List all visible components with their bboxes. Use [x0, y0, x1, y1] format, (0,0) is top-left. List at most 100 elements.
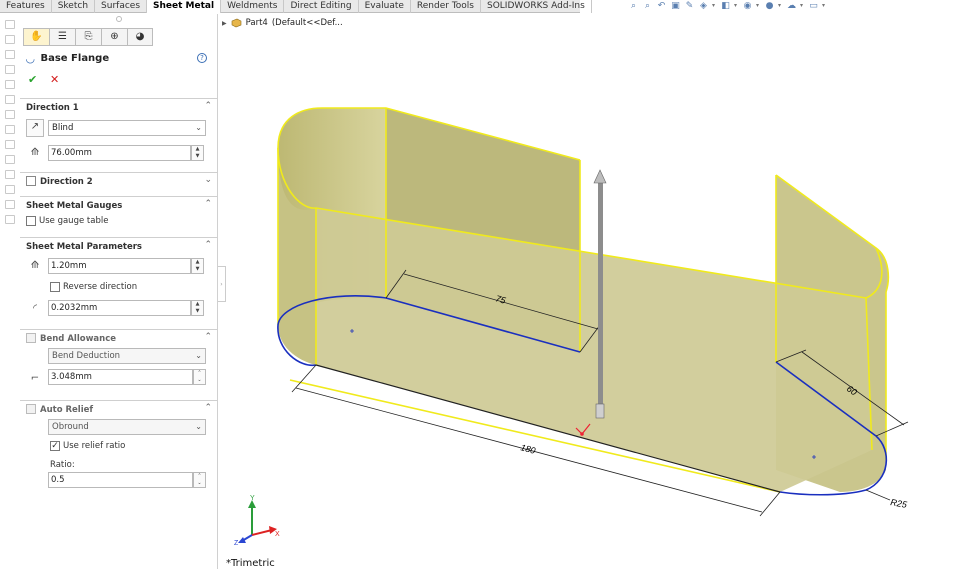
reverse-direction-checkbox[interactable]: Reverse direction — [50, 282, 137, 292]
expand-icon[interactable]: ▶ — [222, 20, 227, 27]
direction1-header[interactable]: Direction 1 ⌃ — [20, 98, 218, 114]
use-relief-ratio-checkbox[interactable]: ✓ Use relief ratio — [50, 441, 125, 451]
use-gauge-table-checkbox[interactable]: Use gauge table — [26, 216, 108, 226]
panel-collapse-handle[interactable]: › — [218, 266, 226, 302]
tab-surfaces[interactable]: Surfaces — [95, 0, 148, 13]
depth-input[interactable]: 76.00mm ▲ ▼ — [48, 145, 204, 161]
feature-tree-flyout[interactable]: ▶ Part4 (Default<<Def... — [222, 18, 343, 28]
relief-type-select[interactable]: Obround ⌄ — [48, 419, 206, 435]
auto-relief-checkbox[interactable] — [26, 404, 36, 414]
tool-icon[interactable] — [5, 125, 15, 134]
zoom-to-fit-icon[interactable]: ⌕ — [628, 1, 639, 11]
direction2-label: Direction 2 — [40, 177, 93, 187]
chevron-up-icon[interactable]: ⌃ — [204, 403, 212, 413]
tool-icon[interactable] — [5, 80, 15, 89]
checkbox-box[interactable] — [50, 282, 60, 292]
tab-features[interactable]: Features — [0, 0, 52, 13]
display-style-icon[interactable]: ◧ — [720, 1, 731, 11]
chevron-down-icon[interactable]: ▾ — [756, 1, 761, 11]
dim-60-label: 60 — [845, 383, 859, 397]
view-orientation-icon[interactable]: ◈ — [698, 1, 709, 11]
front-wall — [316, 208, 872, 492]
tool-icon[interactable] — [5, 95, 15, 104]
tool-icon[interactable] — [5, 170, 15, 179]
tool-icon[interactable] — [5, 110, 15, 119]
bend-allowance-header[interactable]: Bend Allowance ⌃ — [20, 329, 218, 345]
use-gauge-table-label: Use gauge table — [39, 216, 109, 226]
direction2-header[interactable]: Direction 2 ⌄ — [20, 172, 218, 188]
property-manager-icon[interactable]: ✋ — [23, 28, 49, 46]
chevron-up-icon[interactable]: ⌃ — [204, 199, 212, 209]
chevron-down-icon[interactable]: ⌄ — [204, 175, 212, 185]
checkbox-checked[interactable]: ✓ — [50, 441, 60, 451]
tool-icon[interactable] — [5, 140, 15, 149]
section-view-icon[interactable]: ▣ — [670, 1, 681, 11]
bend-deduction-spinner[interactable]: ⌃ ⌄ — [193, 369, 206, 385]
tab-weldments[interactable]: Weldments — [221, 0, 285, 13]
tab-solidworks-add-ins[interactable]: SOLIDWORKS Add-Ins — [481, 0, 592, 13]
help-icon[interactable]: ? — [197, 53, 207, 63]
end-condition-value: Blind — [52, 123, 74, 133]
tool-icon[interactable] — [5, 185, 15, 194]
ok-button[interactable]: ✔ — [28, 73, 37, 86]
parameters-header[interactable]: Sheet Metal Parameters ⌃ — [20, 237, 218, 253]
chevron-down-icon[interactable]: ▾ — [822, 1, 827, 11]
tab-direct-editing[interactable]: Direct Editing — [284, 0, 359, 13]
bend-radius-input[interactable]: 0.2032mm ▲ ▼ — [48, 300, 204, 316]
tab-render-tools[interactable]: Render Tools — [411, 0, 481, 13]
dynamic-annotation-icon[interactable]: ✎ — [684, 1, 695, 11]
chevron-up-icon[interactable]: ⌃ — [204, 332, 212, 342]
feature-tree-icon[interactable]: ☰ — [49, 28, 75, 46]
edit-appearance-icon[interactable]: ● — [764, 1, 775, 11]
checkbox-box[interactable] — [26, 216, 36, 226]
r25-label: R25 — [890, 497, 909, 510]
apply-scene-icon[interactable]: ☁ — [786, 1, 797, 11]
chevron-down-icon[interactable]: ▾ — [734, 1, 739, 11]
ratio-spinner[interactable]: ⌃ ⌄ — [193, 472, 206, 488]
appearance-icon[interactable]: ◕ — [127, 28, 153, 46]
origin-handle — [575, 423, 591, 436]
tool-icon[interactable] — [5, 155, 15, 164]
bend-allowance-type-value: Bend Deduction — [52, 351, 121, 361]
chevron-up-icon[interactable]: ⌃ — [204, 240, 212, 250]
dimxpert-icon[interactable]: ⊕ — [101, 28, 127, 46]
hide-show-items-icon[interactable]: ◉ — [742, 1, 753, 11]
thickness-spinner[interactable]: ▲ ▼ — [191, 258, 204, 274]
tool-icon[interactable] — [5, 200, 15, 209]
bend-allowance-checkbox[interactable] — [26, 333, 36, 343]
thickness-input[interactable]: 1.20mm ▲ ▼ — [48, 258, 204, 274]
chevron-down-icon[interactable]: ▾ — [778, 1, 783, 11]
tab-sheet-metal[interactable]: Sheet Metal — [147, 0, 222, 13]
ratio-input[interactable]: 0.5 ⌃ ⌄ — [48, 472, 206, 488]
arc-centers — [350, 329, 816, 459]
tool-icon[interactable] — [5, 50, 15, 59]
direction2-checkbox[interactable] — [26, 176, 36, 186]
tool-icon[interactable] — [5, 65, 15, 74]
tab-sketch[interactable]: Sketch — [52, 0, 96, 13]
bend-radius-spinner[interactable]: ▲ ▼ — [191, 300, 204, 316]
chevron-down-icon[interactable]: ▾ — [800, 1, 805, 11]
tool-icon[interactable] — [5, 20, 15, 29]
left-end-wall — [278, 108, 386, 325]
auto-relief-header[interactable]: Auto Relief ⌃ — [20, 400, 218, 416]
chevron-down-icon[interactable]: ▾ — [712, 1, 717, 11]
part-icon — [231, 18, 241, 28]
cancel-button[interactable]: ✕ — [50, 73, 59, 86]
depth-spinner[interactable]: ▲ ▼ — [191, 145, 204, 161]
gauges-header[interactable]: Sheet Metal Gauges ⌃ — [20, 196, 218, 212]
tool-icon[interactable] — [5, 215, 15, 224]
bend-allowance-type-select[interactable]: Bend Deduction ⌄ — [48, 348, 206, 364]
config-icon[interactable]: ⎘ — [75, 28, 101, 46]
zoom-to-area-icon[interactable]: ⌕ — [642, 1, 653, 11]
previous-view-icon[interactable]: ↶ — [656, 1, 667, 11]
r25-leader — [865, 489, 891, 501]
end-condition-select[interactable]: Blind ⌄ — [48, 120, 206, 136]
bottom-edge — [315, 364, 781, 493]
panel-grip[interactable] — [116, 16, 122, 22]
reverse-direction-icon[interactable]: ↗ — [26, 119, 44, 137]
tab-evaluate[interactable]: Evaluate — [359, 0, 411, 13]
view-settings-icon[interactable]: ▭ — [808, 1, 819, 11]
chevron-up-icon[interactable]: ⌃ — [204, 101, 212, 111]
bend-deduction-input[interactable]: 3.048mm ⌃ ⌄ — [48, 369, 206, 385]
tool-icon[interactable] — [5, 35, 15, 44]
